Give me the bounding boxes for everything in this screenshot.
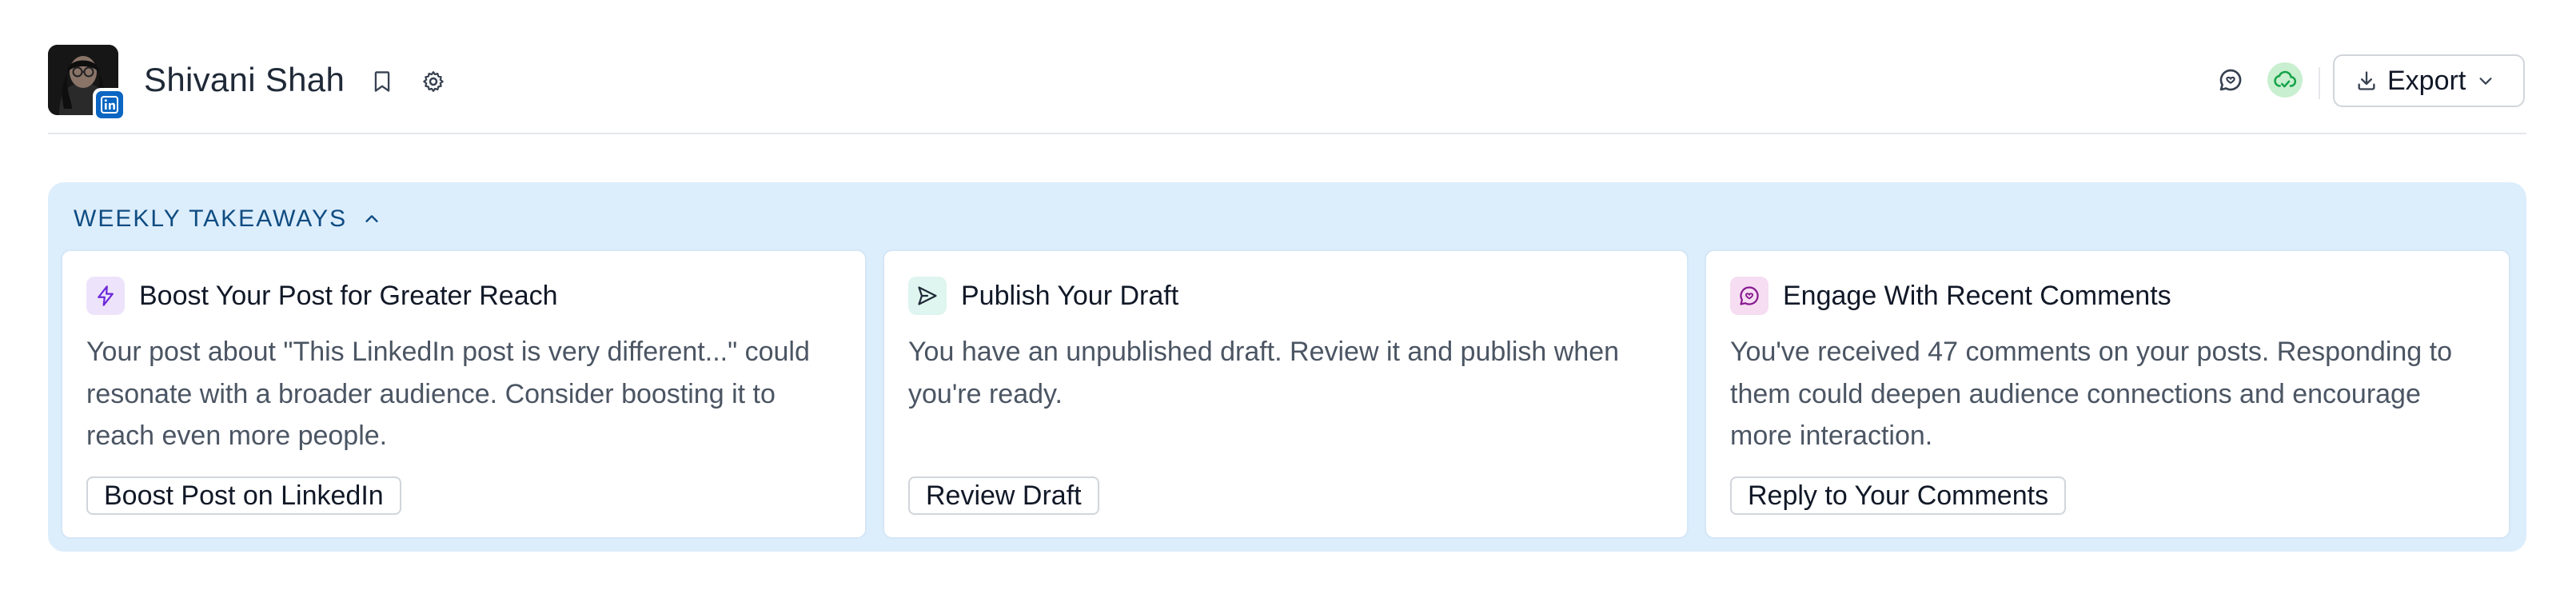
chevron-down-icon bbox=[2479, 78, 2492, 85]
cloud-sync-icon bbox=[2274, 70, 2297, 88]
takeaway-card-title: Publish Your Draft bbox=[961, 281, 1179, 311]
cloud-sync-button[interactable] bbox=[2267, 62, 2303, 98]
boost-post-button[interactable]: Boost Post on LinkedIn bbox=[86, 476, 401, 515]
avatar-container[interactable] bbox=[48, 45, 126, 122]
comments-button[interactable] bbox=[2213, 62, 2248, 98]
chevron-up-icon bbox=[363, 210, 381, 228]
takeaway-card-draft: Publish Your Draft You have an unpublish… bbox=[883, 249, 1689, 539]
takeaway-card-title: Engage With Recent Comments bbox=[1783, 281, 2171, 311]
download-icon bbox=[2358, 71, 2375, 90]
takeaway-card-boost: Boost Your Post for Greater Reach Your p… bbox=[61, 249, 867, 539]
comment-icon bbox=[2219, 69, 2242, 91]
profile-header: Shivani Shah Export bbox=[48, 45, 2526, 134]
takeaway-card-body: You have an unpublished draft. Review it… bbox=[908, 337, 1620, 409]
takeaway-card-title: Boost Your Post for Greater Reach bbox=[139, 281, 558, 311]
bookmark-button[interactable] bbox=[365, 64, 400, 99]
bookmark-icon bbox=[374, 71, 390, 92]
review-draft-button[interactable]: Review Draft bbox=[908, 476, 1099, 515]
settings-button[interactable] bbox=[416, 64, 451, 99]
linkedin-icon bbox=[96, 91, 123, 118]
weekly-takeaways-title: WEEKLY TAKEAWAYS bbox=[74, 205, 348, 232]
send-icon bbox=[908, 277, 947, 315]
profile-name: Shivani Shah bbox=[144, 61, 345, 98]
comment-icon bbox=[1730, 277, 1769, 315]
linkedin-badge bbox=[93, 88, 126, 122]
lightning-icon bbox=[86, 277, 125, 315]
gear-icon bbox=[423, 71, 444, 92]
weekly-takeaways-panel: WEEKLY TAKEAWAYS Boost Your Post for Gre… bbox=[48, 182, 2526, 552]
takeaway-card-body: Your post about "This LinkedIn post is v… bbox=[86, 337, 810, 451]
header-divider bbox=[2319, 67, 2320, 99]
page: Shivani Shah Export WEEKLY TAKEAWAYS Boo… bbox=[0, 0, 2576, 590]
takeaway-card-comments: Engage With Recent Comments You've recei… bbox=[1705, 249, 2510, 539]
weekly-takeaways-toggle[interactable]: WEEKLY TAKEAWAYS bbox=[74, 203, 381, 235]
takeaway-card-body: You've received 47 comments on your post… bbox=[1730, 337, 2452, 451]
export-label: Export bbox=[2387, 65, 2466, 96]
export-button[interactable]: Export bbox=[2333, 54, 2525, 107]
reply-comments-button[interactable]: Reply to Your Comments bbox=[1730, 476, 2067, 515]
